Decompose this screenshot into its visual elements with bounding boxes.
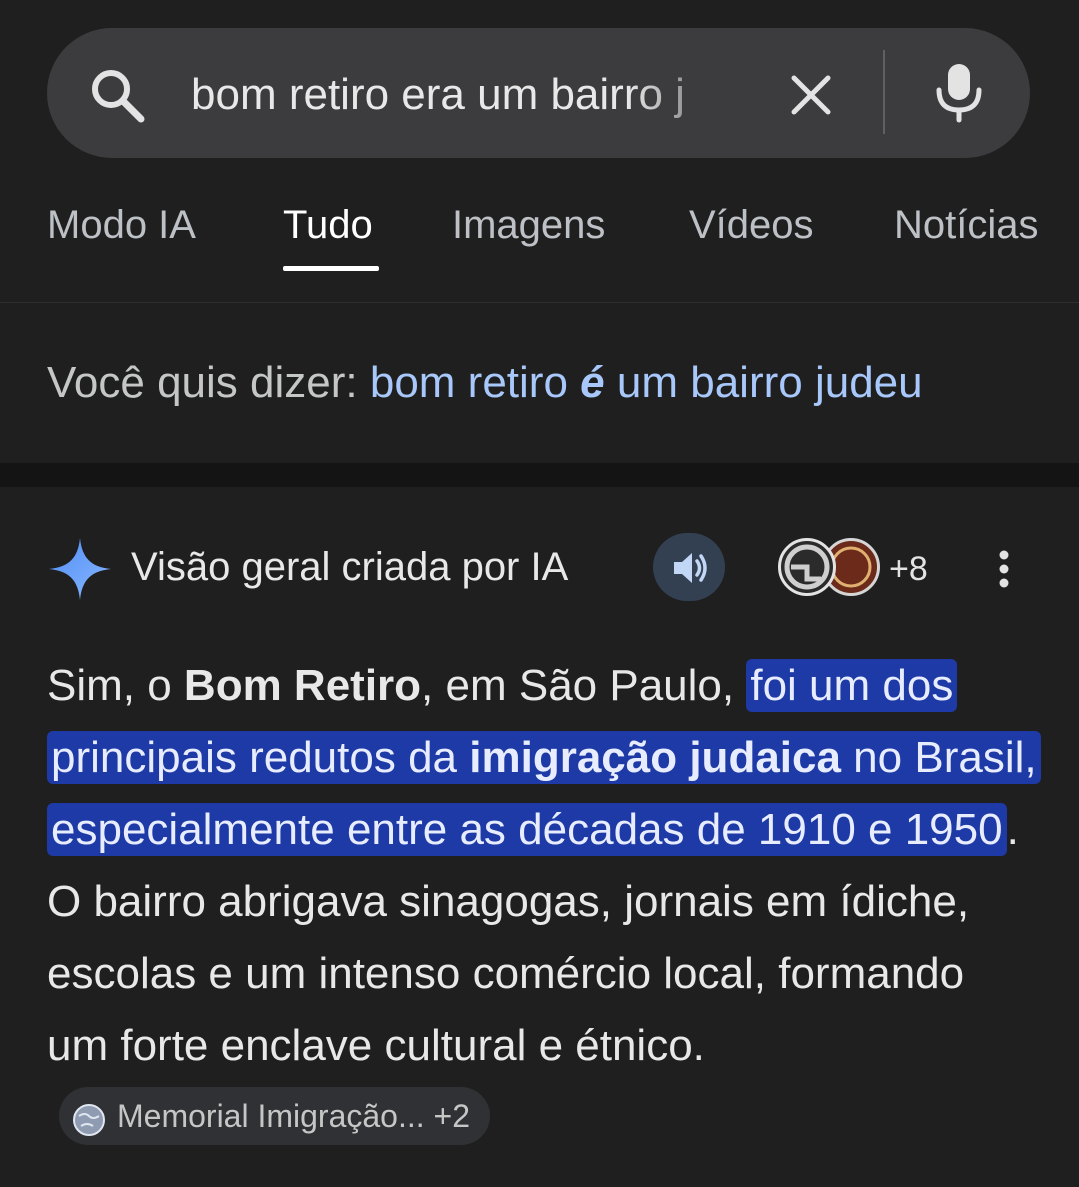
tab-imagens[interactable]: Imagens [452, 203, 605, 248]
suggestion-correction: é [580, 358, 605, 407]
tab-modo-ia[interactable]: Modo IA [47, 203, 196, 248]
globe-icon [71, 1098, 107, 1156]
speaker-icon [674, 553, 707, 583]
answer-bold-term: Bom Retiro [183, 661, 422, 710]
did-you-mean-suggestion-link[interactable]: bom retiro é um bairro judeu [370, 358, 923, 407]
tab-tudo[interactable]: Tudo [283, 203, 373, 248]
tab-noticias[interactable]: Notícias [894, 203, 1039, 248]
search-icon[interactable] [88, 66, 146, 129]
did-you-mean-prefix: Você quis dizer: [47, 358, 358, 407]
source-chip-label: Memorial Imigração... +2 [117, 1098, 471, 1135]
section-separator [0, 463, 1079, 487]
search-input[interactable]: bom retiro era um bairro j [191, 60, 751, 130]
listen-button[interactable] [653, 533, 725, 601]
answer-text: Sim, o [47, 661, 184, 710]
more-options-icon[interactable] [996, 549, 1012, 594]
more-sources-count[interactable]: +8 [889, 550, 928, 589]
suggestion-part1: bom retiro [369, 358, 568, 407]
highlighted-bold-term: imigração judaica [469, 733, 841, 782]
tab-videos[interactable]: Vídeos [689, 203, 814, 248]
did-you-mean: Você quis dizer: bom retiro é um bairro … [47, 358, 923, 408]
answer-text: , em São Paulo, [421, 661, 747, 710]
active-tab-indicator [283, 266, 379, 271]
source-avatar[interactable] [778, 538, 836, 596]
ai-overview-title: Visão geral criada por IA [131, 545, 569, 589]
microphone-icon[interactable] [934, 62, 984, 129]
search-tabs: Modo IA Tudo Imagens Vídeos Notícias [0, 195, 1079, 275]
tabs-divider [0, 302, 1079, 303]
suggestion-part2: um bairro judeu [616, 358, 923, 407]
close-icon[interactable] [786, 70, 836, 125]
search-divider [883, 50, 885, 134]
ai-answer-text: Sim, o Bom Retiro, em São Paulo, foi um … [47, 650, 1041, 1154]
gemini-sparkle-icon [47, 536, 113, 607]
source-chip[interactable]: Memorial Imigração... +2 [59, 1087, 491, 1146]
